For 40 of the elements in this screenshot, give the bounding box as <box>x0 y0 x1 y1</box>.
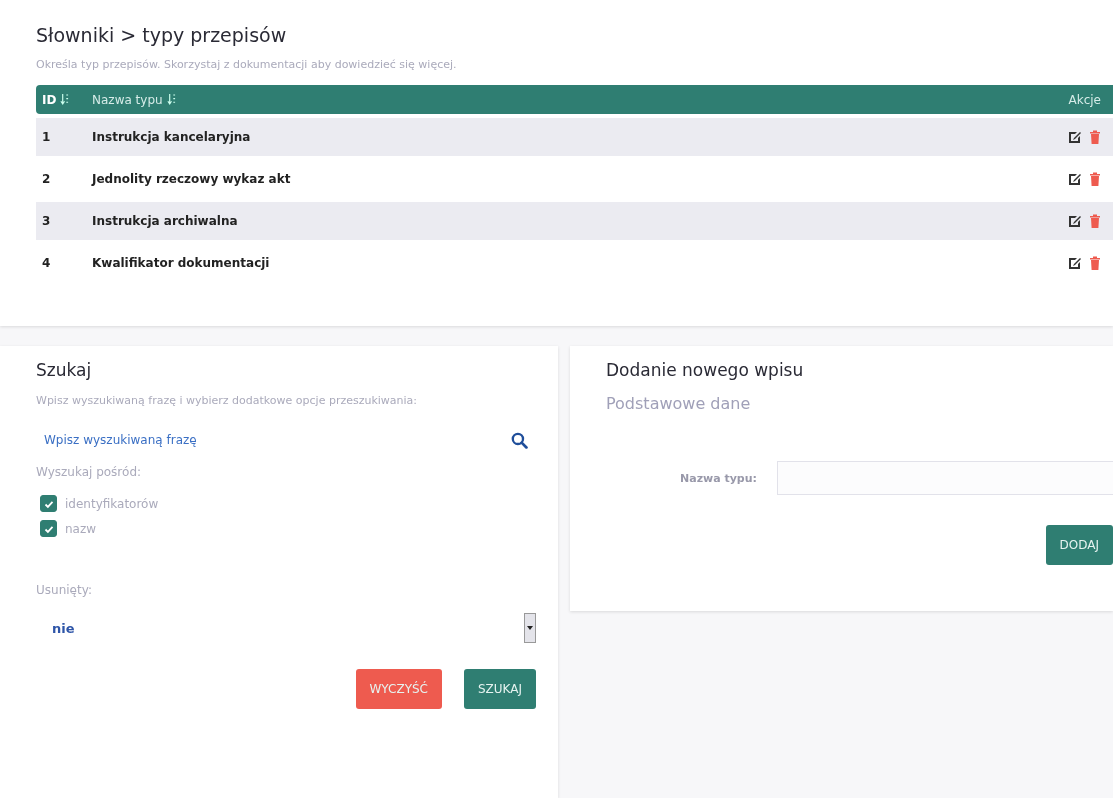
checkbox[interactable] <box>40 520 57 537</box>
table-cell-text: 2 <box>41 172 52 186</box>
table-cell-text: Jednolity rzeczowy wykaz akt <box>92 172 292 186</box>
section-title: Dodanie nowego wpisu <box>606 360 805 380</box>
column-header[interactable]: ID <box>36 92 92 107</box>
delete-icon[interactable] <box>1089 213 1101 229</box>
page-title: Słowniki > typy przepisów <box>36 24 288 46</box>
table-cell-text: 4 <box>41 256 52 270</box>
checkbox[interactable] <box>40 495 57 512</box>
edit-icon[interactable] <box>1067 129 1083 145</box>
delete-icon[interactable] <box>1089 129 1101 145</box>
add-button[interactable]: DODAJ <box>1045 525 1113 565</box>
delete-icon[interactable] <box>1089 255 1101 271</box>
field-label: Usunięty: <box>36 583 93 597</box>
field-label: Wyszukaj pośród: <box>36 465 143 479</box>
section-title: Szukaj <box>36 360 93 380</box>
edit-icon[interactable] <box>1067 171 1083 187</box>
checkbox-label: identyfikatorów <box>65 496 159 511</box>
clear-button[interactable]: WYCZYŚĆ <box>355 669 442 709</box>
search-icon[interactable] <box>511 431 528 449</box>
column-header[interactable]: Nazwa typu <box>92 92 1023 107</box>
sort-icon[interactable] <box>60 93 70 106</box>
table-cell-text: 3 <box>41 214 52 228</box>
section-subtitle: Podstawowe dane <box>606 394 752 413</box>
column-header[interactable]: Akcje <box>1023 92 1113 107</box>
select-field[interactable]: nie <box>36 613 536 643</box>
delete-icon[interactable] <box>1089 171 1101 187</box>
page-description: Określa typ przepisów. Skorzystaj z dokumentacji aby dowiedzieć się więcej. <box>36 58 458 71</box>
caret-icon <box>527 626 533 630</box>
checkbox-label: nazw <box>65 521 97 536</box>
table-cell-text: Instrukcja kancelaryjna <box>92 130 252 144</box>
table-cell-text: Kwalifikator dokumentacji <box>92 256 271 270</box>
table-cell-text: Instrukcja archiwalna <box>92 214 239 228</box>
search-button[interactable]: SZUKAJ <box>463 669 536 709</box>
field-label: Nazwa typu: <box>680 471 757 485</box>
input-field[interactable] <box>777 461 1113 495</box>
edit-icon[interactable] <box>1067 255 1083 271</box>
sort-icon[interactable] <box>166 93 176 106</box>
edit-icon[interactable] <box>1067 213 1083 229</box>
table-cell-text: 1 <box>41 130 52 144</box>
